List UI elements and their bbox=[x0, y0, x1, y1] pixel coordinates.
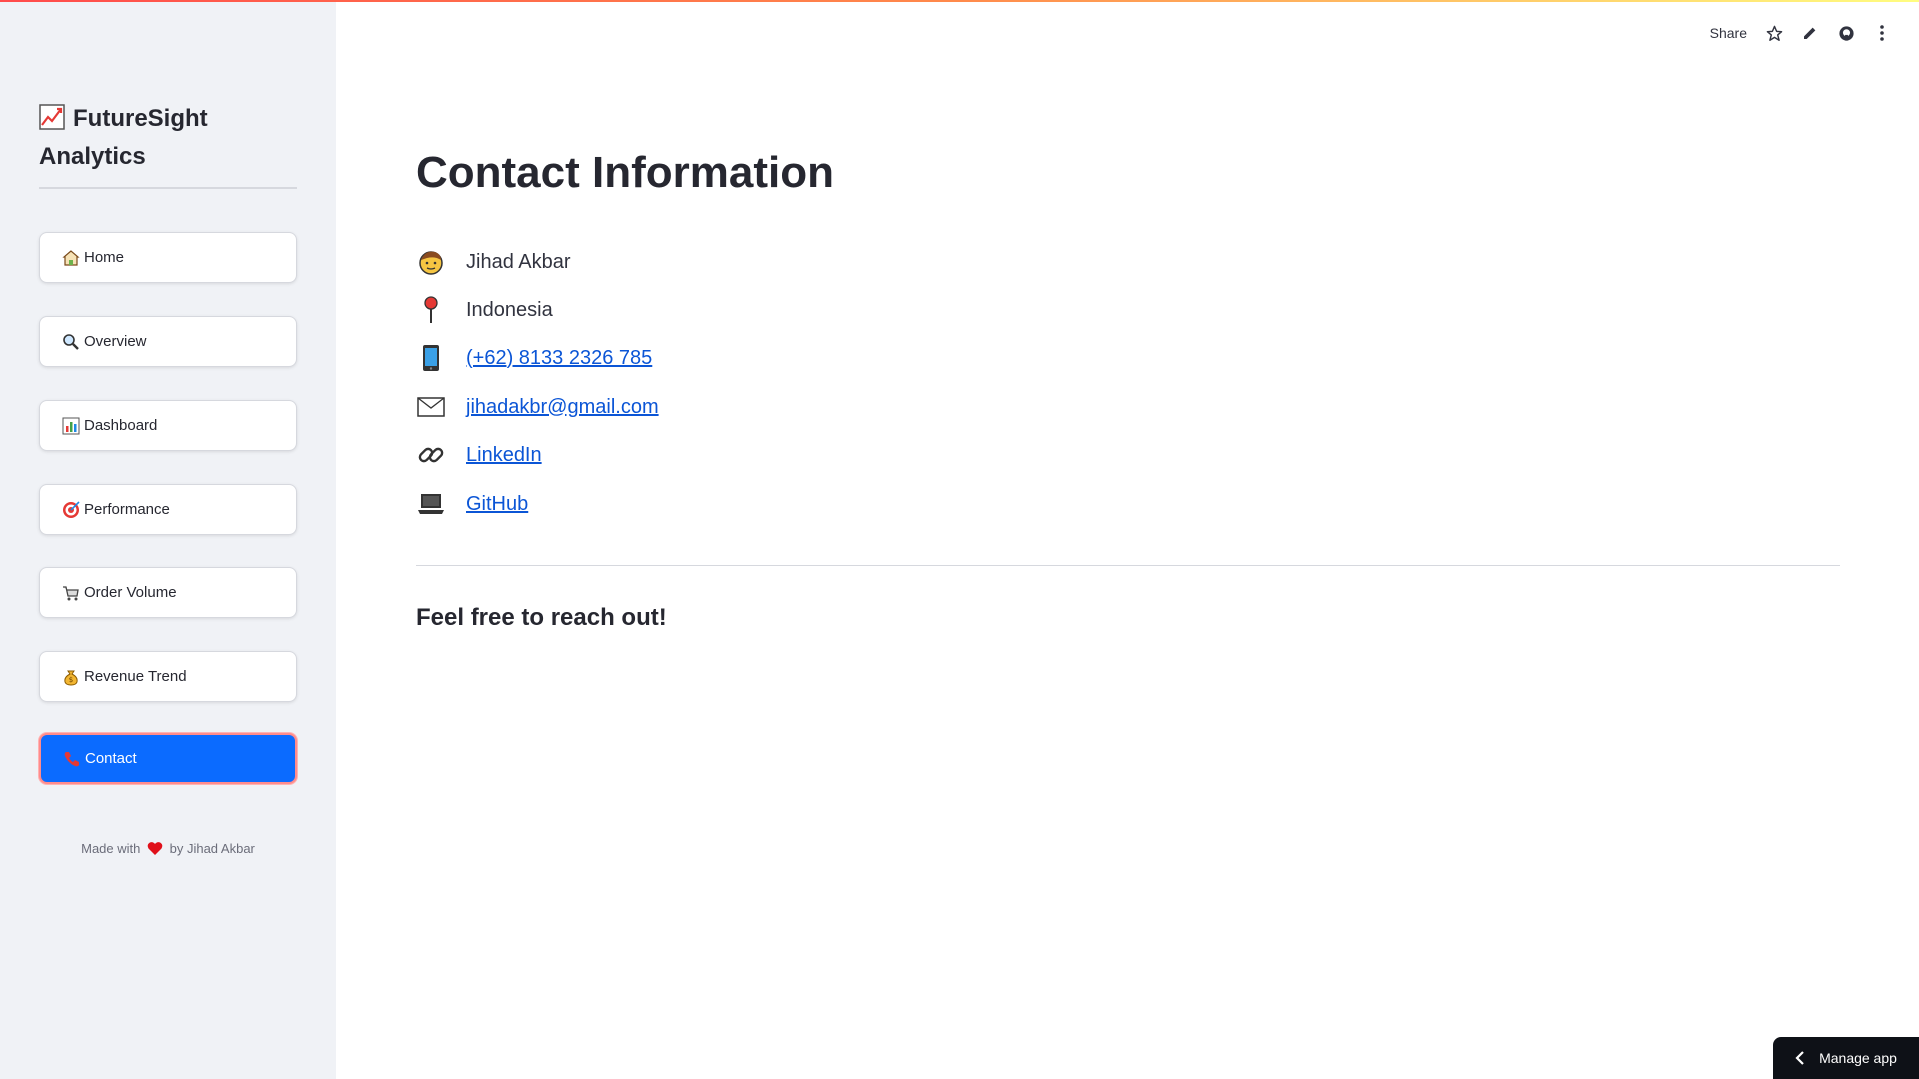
sidebar-item-label: Revenue Trend bbox=[84, 668, 187, 685]
target-icon bbox=[62, 500, 80, 519]
pin-icon bbox=[416, 295, 446, 325]
link-icon bbox=[416, 440, 446, 470]
header-toolbar: Share bbox=[1710, 24, 1891, 42]
telephone-icon bbox=[63, 750, 81, 768]
linkedin-link[interactable]: LinkedIn bbox=[466, 444, 542, 467]
star-icon[interactable] bbox=[1765, 24, 1783, 42]
sidebar-item-home[interactable]: Home bbox=[39, 232, 297, 283]
sidebar-divider bbox=[39, 187, 297, 189]
sidebar-item-overview[interactable]: Overview bbox=[39, 316, 297, 367]
sidebar-item-performance[interactable]: Performance bbox=[39, 484, 297, 535]
sidebar-item-label: Home bbox=[84, 249, 125, 266]
manage-app-label: Manage app bbox=[1819, 1050, 1897, 1066]
brand: FutureSight Analytics bbox=[39, 100, 299, 176]
magnifier-icon bbox=[62, 333, 80, 351]
manage-app-button[interactable]: Manage app bbox=[1773, 1037, 1919, 1079]
more-vertical-icon[interactable] bbox=[1873, 24, 1891, 42]
money-bag-icon: $ bbox=[62, 668, 80, 686]
contact-email-row: jihadakbr@gmail.com bbox=[416, 390, 659, 424]
bar-chart-icon bbox=[62, 417, 80, 435]
footer-suffix: by Jihad Akbar bbox=[169, 841, 255, 856]
envelope-icon bbox=[416, 392, 446, 422]
pencil-icon[interactable] bbox=[1801, 24, 1819, 42]
github-icon[interactable] bbox=[1837, 24, 1855, 42]
sidebar-item-revenue-trend[interactable]: $ Revenue Trend bbox=[39, 651, 297, 702]
content-divider bbox=[416, 565, 1840, 566]
person-face-icon bbox=[416, 247, 446, 277]
chevron-left-icon bbox=[1795, 1051, 1805, 1065]
sidebar-item-label: Dashboard bbox=[84, 417, 158, 434]
contact-linkedin-row: LinkedIn bbox=[416, 438, 542, 472]
sidebar-item-label: Performance bbox=[84, 501, 170, 518]
mobile-phone-icon bbox=[416, 343, 446, 373]
contact-name: Jihad Akbar bbox=[466, 250, 571, 273]
sidebar: FutureSight Analytics Home Overview Dash… bbox=[0, 0, 336, 1079]
contact-phone-row: (+62) 8133 2326 785 bbox=[416, 341, 652, 375]
share-button[interactable]: Share bbox=[1710, 25, 1747, 41]
chart-increasing-icon bbox=[39, 104, 65, 130]
contact-github-row: GitHub bbox=[416, 487, 528, 521]
sidebar-item-dashboard[interactable]: Dashboard bbox=[39, 400, 297, 451]
house-icon bbox=[62, 249, 80, 267]
sidebar-footer: Made with by Jihad Akbar bbox=[39, 841, 297, 859]
sidebar-item-label: Order Volume bbox=[84, 584, 177, 601]
sidebar-item-label: Overview bbox=[84, 333, 147, 350]
svg-text:$: $ bbox=[69, 676, 73, 684]
sidebar-item-contact[interactable]: Contact bbox=[39, 733, 297, 784]
footer-prefix: Made with bbox=[81, 841, 141, 856]
page-title: Contact Information bbox=[416, 148, 834, 197]
sidebar-item-label: Contact bbox=[85, 750, 137, 767]
sidebar-item-order-volume[interactable]: Order Volume bbox=[39, 567, 297, 618]
contact-name-row: Jihad Akbar bbox=[416, 245, 571, 279]
github-link[interactable]: GitHub bbox=[466, 493, 528, 516]
contact-location: Indonesia bbox=[466, 298, 553, 321]
shopping-cart-icon bbox=[62, 584, 80, 602]
phone-link[interactable]: (+62) 8133 2326 785 bbox=[466, 347, 652, 370]
heart-icon bbox=[147, 841, 163, 859]
laptop-icon bbox=[416, 489, 446, 519]
closing-text: Feel free to reach out! bbox=[416, 604, 667, 631]
email-link[interactable]: jihadakbr@gmail.com bbox=[466, 396, 659, 419]
contact-location-row: Indonesia bbox=[416, 293, 553, 327]
top-gradient-bar bbox=[0, 0, 1919, 2]
